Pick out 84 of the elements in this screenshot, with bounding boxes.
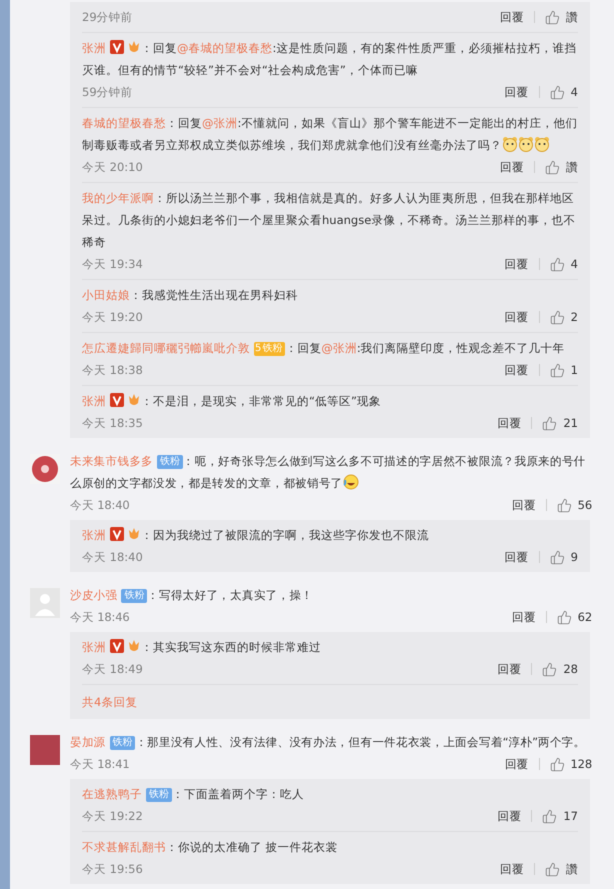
round-seal-icon bbox=[31, 455, 59, 483]
like-button[interactable]: 4 bbox=[550, 256, 578, 272]
comment-text: 我的少年派啊：所以汤兰兰那个事，我相信就是真的。好多人认为匪夷所思，但我在那样地区呆过。几条街的小媳妇老爷们一个屋里聚众看huangse录像，不稀奇。汤兰兰那样的事，也不稀奇 bbox=[82, 190, 576, 251]
like-button[interactable]: 讚 bbox=[545, 10, 578, 24]
thumbs-up-icon bbox=[542, 416, 558, 430]
like-button[interactable]: 128 bbox=[550, 756, 592, 772]
fan-level-badge: 5铁粉 bbox=[254, 342, 286, 356]
thumbs-up-icon bbox=[542, 808, 558, 824]
like-button[interactable]: 9 bbox=[550, 550, 578, 564]
comment-text: 张洲 ：回复@春城的望极春愁:这是性质问题，有的案件性质严重，必须摧枯拉朽，谁挡灭谁。但有的情节“较轻”并不会对“社会构成危害”，个体而已嘛 bbox=[82, 39, 578, 79]
reply-link[interactable]: 回覆 bbox=[504, 758, 540, 770]
thumbs-up-icon bbox=[550, 84, 565, 100]
verified-badge-icon bbox=[110, 527, 124, 541]
reply-link[interactable]: 回覆 bbox=[497, 810, 532, 822]
timestamp: 今天 19:20 bbox=[82, 310, 144, 324]
timestamp: 今天 18:40 bbox=[70, 498, 131, 512]
timestamp: 今天 19:34 bbox=[82, 256, 144, 272]
thumbs-up-icon bbox=[545, 10, 560, 24]
comment-text: 张洲 ：因为我绕过了被限流的字啊，我这些字你发也不限流 bbox=[82, 526, 430, 544]
comment-text: 晏加源 铁粉 ：那里没有人性、没有法律、没有办法，但有一件花衣裳，上面会写着“淳朴”两个字。 bbox=[70, 734, 586, 752]
timestamp: 今天 20:10 bbox=[82, 160, 144, 174]
reply-link[interactable]: 回覆 bbox=[497, 417, 532, 429]
fan-badge: 铁粉 bbox=[146, 788, 172, 802]
timestamp: 今天 18:35 bbox=[82, 416, 144, 430]
timestamp: 59分钟前 bbox=[82, 84, 134, 100]
comment-text: 怎広遷婕歸同哪穲弜幯嵐吡介敦 5铁粉 ：回复@张洲:我们离隔壁印度，性观念差不了几十年 bbox=[82, 340, 566, 358]
like-button[interactable]: 17 bbox=[542, 808, 578, 824]
timestamp: 今天 18:46 bbox=[70, 610, 131, 624]
reply-link[interactable]: 回覆 bbox=[504, 551, 540, 563]
thumbs-up-icon bbox=[556, 498, 572, 512]
like-button[interactable]: 4 bbox=[550, 84, 578, 100]
like-button[interactable]: 56 bbox=[556, 498, 592, 512]
bear-emoji-icon bbox=[502, 136, 518, 152]
verified-badge-icon bbox=[110, 40, 124, 54]
reply-link[interactable]: 回覆 bbox=[504, 86, 540, 98]
thumbs-up-icon bbox=[550, 362, 565, 378]
reply-link[interactable]: 回覆 bbox=[500, 161, 535, 173]
like-button[interactable]: 1 bbox=[550, 362, 578, 378]
thumbs-up-icon bbox=[550, 256, 565, 272]
timestamp: 今天 19:22 bbox=[82, 808, 144, 824]
reply-link[interactable]: 回覆 bbox=[512, 611, 547, 623]
like-button[interactable]: 讚 bbox=[545, 160, 578, 174]
reply-link[interactable]: 回覆 bbox=[500, 11, 535, 23]
timestamp: 今天 19:56 bbox=[82, 862, 144, 876]
thumbs-up-icon bbox=[550, 550, 565, 564]
timestamp: 今天 18:38 bbox=[82, 362, 144, 378]
reply-link[interactable]: 回覆 bbox=[497, 663, 532, 675]
like-button[interactable]: 28 bbox=[542, 662, 578, 676]
default-avatar[interactable] bbox=[30, 588, 60, 618]
reply-link[interactable]: 回覆 bbox=[512, 499, 547, 511]
reply-link[interactable]: 回覆 bbox=[504, 311, 540, 323]
fan-badge: 铁粉 bbox=[156, 455, 183, 469]
comment-text: 在逃熟鸭子 铁粉 ：下面盖着两个字：吃人 bbox=[82, 786, 305, 804]
comment-text: 张洲 ：不是泪，是现实，非常常见的“低等区”现象 bbox=[82, 392, 382, 410]
bear-emoji-icon bbox=[534, 136, 550, 152]
comment-text: 春城的望极春愁：回复@张洲:不懂就问，如果《盲山》那个警车能进不一定能出的村庄，他们制毒贩毒或者另立郑权成立类似苏维埃，我们郑虎就拿他们没有丝毫办法了吗？ bbox=[82, 115, 578, 154]
like-button[interactable]: 62 bbox=[556, 610, 592, 624]
timestamp: 今天 18:41 bbox=[70, 756, 131, 772]
like-button[interactable]: 21 bbox=[542, 416, 578, 430]
timestamp: 今天 18:49 bbox=[82, 662, 144, 676]
like-button[interactable]: 2 bbox=[550, 310, 578, 324]
verified-badge-icon bbox=[110, 639, 124, 653]
verified-badge-icon bbox=[110, 393, 124, 407]
reply-link[interactable]: 回覆 bbox=[504, 258, 540, 270]
like-button[interactable]: 讚 bbox=[545, 862, 578, 876]
comment-text: 张洲 ：其实我写这东西的时候非常难过 bbox=[82, 638, 322, 656]
reply-link[interactable]: 回覆 bbox=[500, 863, 535, 875]
comment-text: 不求甚解乱翻书：你说的太准确了 披一件花衣裳 bbox=[82, 839, 339, 856]
bear-emoji-icon bbox=[518, 136, 534, 152]
thumbs-up-icon bbox=[550, 310, 565, 324]
fan-badge: 铁粉 bbox=[110, 736, 136, 750]
reply-link[interactable]: 回覆 bbox=[504, 364, 540, 376]
timestamp: 29分钟前 bbox=[82, 10, 134, 24]
comment-text: 小田姑娘：我感觉性生活出现在男科妇科 bbox=[82, 287, 299, 304]
thumbs-up-icon bbox=[550, 756, 564, 772]
thumbs-up-icon bbox=[542, 662, 558, 676]
thumbs-up-icon bbox=[556, 610, 572, 624]
timestamp: 今天 18:40 bbox=[82, 550, 144, 564]
comment-text: 沙皮小强 铁粉 ：写得太好了，太真实了，操！ bbox=[70, 587, 314, 605]
thumbs-up-icon bbox=[545, 862, 560, 876]
thumbs-up-icon bbox=[545, 160, 560, 174]
fan-badge: 铁粉 bbox=[121, 589, 148, 603]
laughing-crying-emoji-icon bbox=[342, 474, 359, 490]
comment-text: 未来集市钱多多 铁粉 ：呃，好奇张导怎么做到写这么多不可描述的字居然不被限流？我原来的号什么原创的文字都没发，都是转发的文章，都被销号了 bbox=[70, 453, 587, 492]
